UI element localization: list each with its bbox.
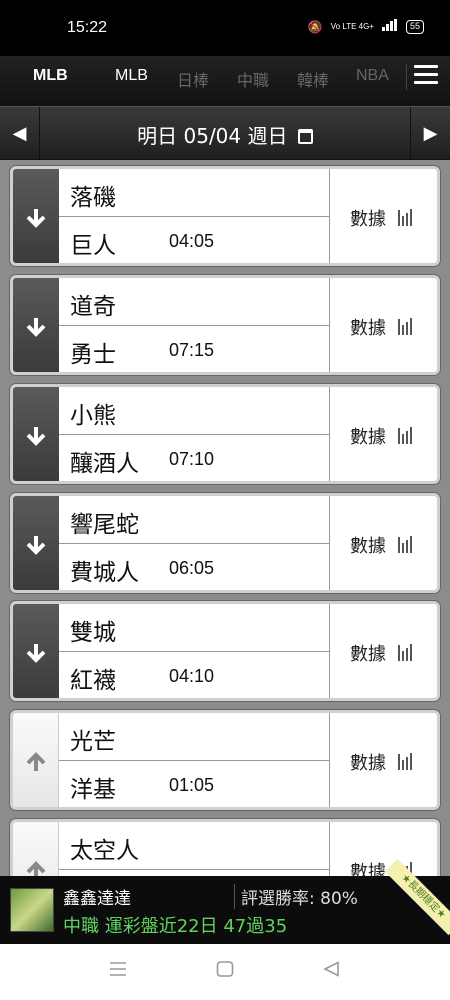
game-time: 01:05 bbox=[169, 775, 215, 795]
date-bar: ◀ 明日 05/04 週日 ▶ bbox=[0, 106, 450, 161]
avatar bbox=[10, 888, 54, 932]
stats-button[interactable]: 數據 bbox=[329, 387, 437, 481]
stats-button[interactable]: 數據 bbox=[329, 169, 437, 263]
stats-button[interactable]: 數據 bbox=[329, 822, 437, 876]
nav-divider bbox=[406, 64, 407, 90]
ad-banner[interactable]: 鑫鑫達達 評選勝率: 80% 中職 運彩盤近22日 47過35 ★長期穩定★ bbox=[0, 858, 450, 944]
away-team: 小熊 bbox=[70, 403, 116, 429]
arrow-down-icon bbox=[26, 427, 46, 446]
expand-toggle[interactable] bbox=[13, 387, 59, 481]
expand-toggle[interactable] bbox=[13, 169, 59, 263]
bar-chart-icon bbox=[398, 318, 412, 335]
arrow-up-icon bbox=[26, 752, 46, 771]
tab-mlb[interactable]: MLB bbox=[115, 67, 148, 85]
home-team: 洋基 bbox=[70, 777, 116, 803]
status-icons: 🔕 Vo LTE 4G+ 55 bbox=[308, 19, 424, 34]
arrow-up-icon bbox=[26, 861, 46, 876]
bar-chart-icon bbox=[398, 427, 412, 444]
game-list[interactable]: 落磯 巨人 04:05 數據 道奇 勇士 07:15 數據 小熊 釀酒人 07:10 bbox=[0, 160, 450, 876]
system-nav-bar bbox=[0, 944, 450, 1000]
battery-icon: 55 bbox=[405, 19, 424, 34]
home-team: 勇士 bbox=[70, 342, 116, 368]
status-time: 15:22 bbox=[67, 19, 108, 36]
game-card[interactable]: 小熊 釀酒人 07:10 數據 bbox=[10, 384, 440, 484]
expand-toggle[interactable] bbox=[13, 822, 59, 876]
tab-npb[interactable]: 日棒 bbox=[177, 67, 209, 91]
away-team: 道奇 bbox=[70, 294, 116, 320]
signal-bars-icon bbox=[381, 19, 398, 34]
arrow-down-icon bbox=[26, 536, 46, 555]
recent-apps-icon[interactable] bbox=[109, 961, 127, 977]
game-time: 04:05 bbox=[169, 231, 215, 251]
next-day-button[interactable]: ▶ bbox=[410, 107, 450, 161]
tipster-name: 鑫鑫達達 bbox=[63, 889, 131, 909]
back-icon[interactable] bbox=[323, 961, 341, 977]
game-card[interactable]: 落磯 巨人 04:05 數據 bbox=[10, 166, 440, 266]
game-time: 07:15 bbox=[169, 340, 215, 360]
home-team: 紅襪 bbox=[70, 668, 116, 694]
stats-button[interactable]: 數據 bbox=[329, 496, 437, 590]
stats-label: 數據 bbox=[350, 644, 386, 665]
expand-toggle[interactable] bbox=[13, 713, 59, 807]
win-rate: 評選勝率: 80% bbox=[234, 884, 358, 909]
away-team: 光芒 bbox=[70, 729, 116, 755]
home-team: 巨人 bbox=[70, 233, 116, 259]
away-team: 響尾蛇 bbox=[70, 512, 139, 538]
arrow-down-icon bbox=[26, 318, 46, 337]
game-card[interactable]: 響尾蛇 費城人 06:05 數據 bbox=[10, 493, 440, 593]
stats-label: 數據 bbox=[350, 753, 386, 774]
tab-kbo[interactable]: 韓棒 bbox=[297, 67, 329, 91]
tab-mlb-selected[interactable]: MLB bbox=[33, 67, 68, 85]
away-team: 太空人 bbox=[70, 838, 139, 864]
date-label: 明日 05/04 週日 bbox=[137, 124, 288, 148]
expand-toggle[interactable] bbox=[13, 496, 59, 590]
stats-button[interactable]: 數據 bbox=[329, 278, 437, 372]
game-card[interactable]: 光芒 洋基 01:05 數據 bbox=[10, 710, 440, 810]
tab-nba[interactable]: NBA bbox=[356, 67, 389, 85]
home-team: 釀酒人 bbox=[70, 451, 139, 477]
bar-chart-icon bbox=[398, 644, 412, 661]
game-card[interactable]: 道奇 勇士 07:15 數據 bbox=[10, 275, 440, 375]
expand-toggle[interactable] bbox=[13, 278, 59, 372]
signal-text: Vo LTE 4G+ bbox=[330, 22, 374, 31]
calendar-icon bbox=[297, 129, 313, 144]
status-bar: 15:22 🔕 Vo LTE 4G+ 55 bbox=[0, 0, 450, 56]
game-card[interactable]: 太空人 數據 bbox=[10, 819, 440, 876]
bar-chart-icon bbox=[398, 209, 412, 226]
stats-button[interactable]: 數據 bbox=[329, 713, 437, 807]
stats-label: 數據 bbox=[350, 209, 386, 230]
home-team: 費城人 bbox=[70, 560, 139, 586]
stats-label: 數據 bbox=[350, 862, 386, 876]
stats-label: 數據 bbox=[350, 536, 386, 557]
tipster-record: 中職 運彩盤近22日 47過35 bbox=[63, 916, 288, 937]
date-selector[interactable]: 明日 05/04 週日 bbox=[0, 120, 450, 149]
game-card[interactable]: 雙城 紅襪 04:10 數據 bbox=[10, 601, 440, 701]
game-time: 07:10 bbox=[169, 449, 215, 469]
game-time: 06:05 bbox=[169, 558, 215, 578]
away-team: 落磯 bbox=[70, 185, 116, 211]
tab-cpbl[interactable]: 中職 bbox=[237, 67, 269, 91]
away-team: 雙城 bbox=[70, 620, 116, 646]
league-tab-bar: MLB MLB 日棒 中職 韓棒 NBA bbox=[0, 56, 450, 106]
home-icon[interactable] bbox=[216, 961, 234, 977]
expand-toggle[interactable] bbox=[13, 604, 59, 698]
arrow-down-icon bbox=[26, 209, 46, 228]
arrow-down-icon bbox=[26, 644, 46, 663]
bar-chart-icon bbox=[398, 536, 412, 553]
stats-label: 數據 bbox=[350, 427, 386, 448]
menu-icon[interactable] bbox=[414, 65, 438, 89]
game-time: 04:10 bbox=[169, 666, 215, 686]
mute-icon: 🔕 bbox=[307, 19, 323, 34]
stats-button[interactable]: 數據 bbox=[329, 604, 437, 698]
stats-label: 數據 bbox=[350, 318, 386, 339]
bar-chart-icon bbox=[398, 753, 412, 770]
